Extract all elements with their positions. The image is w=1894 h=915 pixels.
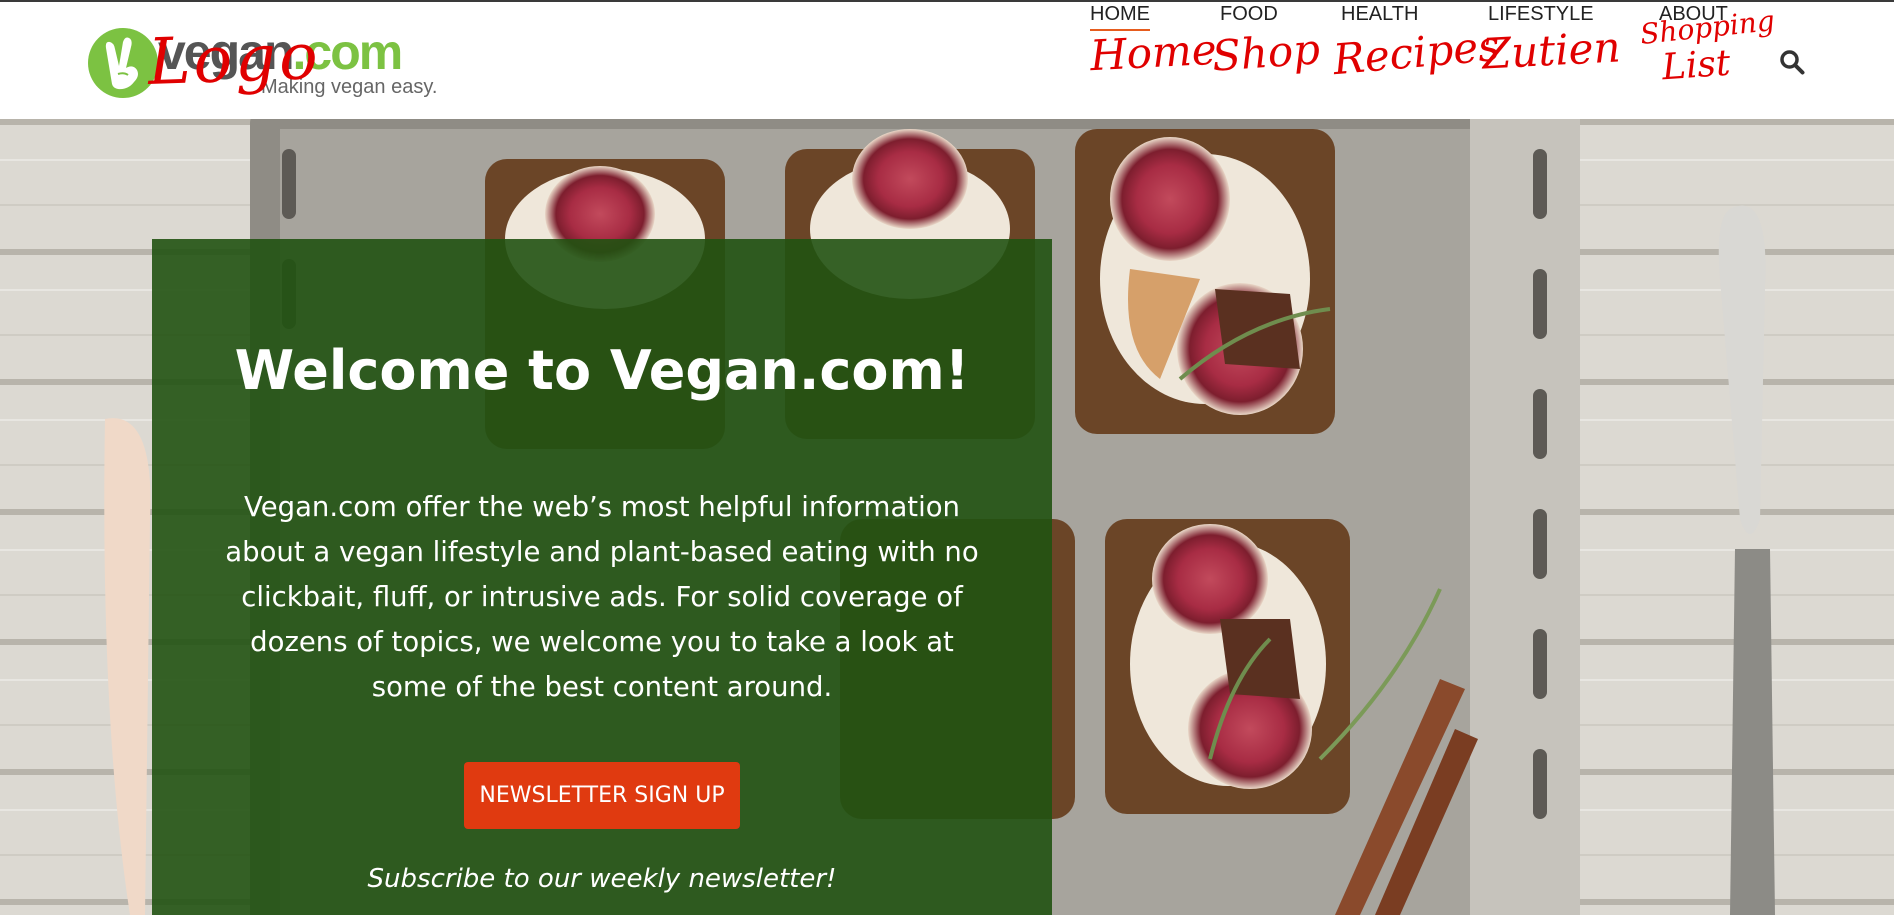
hero-section: Welcome to Vegan.com! Vegan.com offer th… [0,119,1894,915]
newsletter-signup-button[interactable]: NEWSLETTER SIGN UP [464,762,740,829]
nav-lifestyle[interactable]: LIFESTYLE [1488,2,1594,26]
welcome-title: Welcome to Vegan.com! [234,339,970,402]
annotation-shop: Shop [1210,24,1322,81]
welcome-card: Welcome to Vegan.com! Vegan.com offer th… [152,239,1052,915]
welcome-body: Vegan.com offer the web’s most helpful i… [225,491,979,703]
logo-wordmark: vegan.com [158,24,404,80]
subscribe-note: Subscribe to our weekly newsletter! [367,864,837,894]
logo-tagline: Making vegan easy. [261,76,438,98]
nav-health[interactable]: HEALTH [1341,2,1418,26]
annotation-recipes: Recipes [1331,20,1502,85]
logo-wordmark-tld: .com [292,24,404,80]
nav-about[interactable]: ABOUT [1659,2,1728,26]
nav-food[interactable]: FOOD [1220,2,1278,26]
annotation-list: List [1660,42,1732,89]
nav-home[interactable]: HOME [1090,2,1150,31]
annotation-zutien: Zutien [1480,22,1622,79]
search-icon[interactable] [1779,49,1805,75]
site-logo[interactable]: vegan.com Making vegan easy. [88,24,448,104]
logo-wordmark-main: vegan [158,24,295,80]
annotation-home: Home [1088,24,1218,81]
site-header: vegan.com Making vegan easy. HOME FOOD H… [0,2,1894,119]
peace-hand-icon [88,28,158,98]
